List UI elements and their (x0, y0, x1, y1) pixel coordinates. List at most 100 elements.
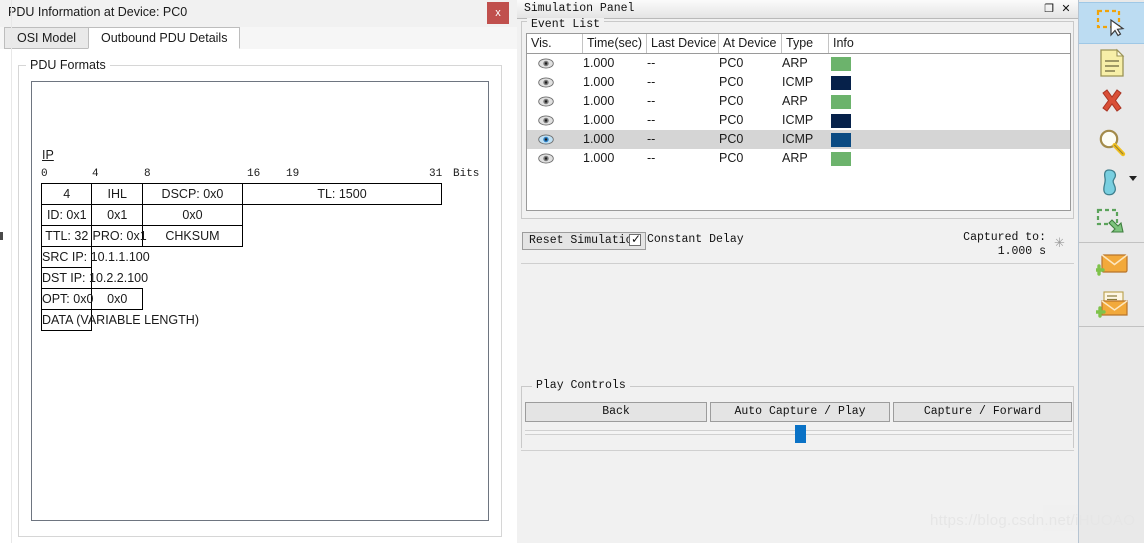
event-column-header-last-device[interactable]: Last Device (647, 34, 719, 53)
bit-ruler-tick-bits: Bits (453, 168, 480, 180)
event-at-device: PC0 (719, 151, 744, 165)
chevron-down-icon[interactable] (1127, 172, 1139, 184)
ip-header-field: 4 (40, 183, 93, 205)
play-speed-slider-thumb[interactable] (795, 425, 806, 443)
left-edge-line (11, 0, 12, 543)
event-info-color-swatch (831, 133, 851, 147)
close-window-icon[interactable]: ✕ (1059, 2, 1073, 16)
back-button[interactable]: Back (525, 402, 707, 422)
restore-window-icon[interactable]: ❐ (1042, 2, 1056, 16)
tabstrip-filler (254, 27, 517, 50)
delete-tool-icon[interactable] (1079, 82, 1144, 122)
event-info-color-swatch (831, 114, 851, 128)
event-column-header-info[interactable]: Info (829, 34, 1070, 53)
event-list-row[interactable]: 1.000 -- PC0 ICMP (527, 73, 1070, 92)
eye-icon[interactable] (538, 115, 554, 126)
event-column-header-time-sec[interactable]: Time(sec) (583, 34, 647, 53)
event-type: ARP (782, 56, 808, 70)
panel-divider (521, 263, 1074, 264)
event-column-header-vis[interactable]: Vis. (527, 34, 583, 53)
captured-to-status: Captured to: 1.000 s (963, 231, 1046, 258)
bit-ruler-tick-31: 31 (429, 168, 443, 180)
event-list-row[interactable]: 1.000 -- PC0 ARP (527, 54, 1070, 73)
eye-icon[interactable] (538, 134, 554, 145)
ip-header-row: OPT: 0x0 0x0 (40, 288, 442, 310)
event-column-header-at-device[interactable]: At Device (719, 34, 782, 53)
watermark-text: https://blog.csdn.net/iHUOAO (930, 512, 1136, 529)
ip-header-row: 4 IHL DSCP: 0x0 TL: 1500 (40, 183, 443, 205)
add-complex-pdu-tool-icon[interactable] (1079, 284, 1144, 324)
ip-header-field: 0x1 (91, 204, 143, 226)
event-at-device: PC0 (719, 75, 744, 89)
pdu-window-body: PDU Formats IP 0 4 8 16 19 31 Bits 4 IHL DSCP: 0… (0, 49, 517, 543)
event-list-rows: 1.000 -- PC0 ARP 1.000 -- PC0 ICMP 1.000 -- PC0 ARP… (527, 54, 1070, 168)
event-time: 1.000 (583, 151, 615, 165)
application-root: PDU Information at Device: PC0 x OSI Mod… (0, 0, 1144, 543)
place-note-tool-icon[interactable] (1079, 202, 1144, 242)
ip-header-row: TTL: 32 PRO: 0x1 CHKSUM (40, 225, 442, 247)
pdu-window-title: PDU Information at Device: PC0 (8, 5, 188, 19)
ip-header-field: DSCP: 0x0 (141, 183, 243, 205)
right-toolbar (1078, 0, 1144, 543)
tab-outbound-pdu-details[interactable]: Outbound PDU Details (88, 27, 241, 49)
select-tool-icon[interactable] (1079, 2, 1144, 44)
event-info-color-swatch (831, 76, 851, 90)
bit-ruler-tick-19: 19 (286, 168, 300, 180)
event-list-legend: Event List (527, 18, 605, 31)
event-list-row[interactable]: 1.000 -- PC0 ARP (527, 149, 1070, 168)
ip-header-field: DST IP: 10.2.2.100 (40, 267, 148, 289)
event-time: 1.000 (583, 75, 615, 89)
eye-icon[interactable] (538, 96, 554, 107)
eye-icon[interactable] (538, 58, 554, 69)
event-list-row[interactable]: 1.000 -- PC0 ICMP (527, 130, 1070, 149)
event-type: ICMP (782, 75, 814, 89)
event-last-device: -- (647, 75, 656, 89)
note-tool-icon[interactable] (1079, 42, 1144, 82)
eye-icon[interactable] (538, 153, 554, 164)
ip-header-field: TL: 1500 (241, 183, 443, 205)
ip-header-field: DATA (VARIABLE LENGTH) (40, 309, 199, 331)
bit-ruler: 0 4 8 16 19 31 Bits (41, 168, 483, 182)
ip-header-row: DATA (VARIABLE LENGTH) (40, 309, 442, 331)
pdu-formats-legend: PDU Formats (26, 58, 110, 72)
event-info-color-swatch (831, 152, 851, 166)
event-last-device: -- (647, 132, 656, 146)
event-time: 1.000 (583, 113, 615, 127)
inspect-magnifier-icon[interactable] (1079, 122, 1144, 162)
simulation-panel-title: Simulation Panel (524, 2, 635, 15)
capture-forward-button[interactable]: Capture / Forward (893, 402, 1072, 422)
tab-osi-model[interactable]: OSI Model (4, 27, 90, 49)
event-at-device: PC0 (719, 113, 744, 127)
event-type: ICMP (782, 113, 814, 127)
bit-ruler-tick-8: 8 (144, 168, 151, 180)
event-last-device: -- (647, 56, 656, 70)
event-list-header: Vis. Time(sec) Last Device At Device Type Inf… (527, 34, 1070, 54)
capture-spinner-icon[interactable]: ✳ (1054, 236, 1065, 249)
ip-header-field: ID: 0x1 (40, 204, 93, 226)
event-at-device: PC0 (719, 132, 744, 146)
simulation-panel-titlebar: Simulation Panel ❐ ✕ (517, 0, 1078, 19)
event-column-header-type[interactable]: Type (782, 34, 829, 53)
bit-ruler-tick-4: 4 (92, 168, 99, 180)
simulation-controls-row: Reset Simulation ✓ Constant Delay Captur… (521, 228, 1074, 262)
ip-header-row: ID: 0x1 0x1 0x0 (40, 204, 442, 226)
ip-header-row: DST IP: 10.2.2.100 (40, 267, 442, 289)
event-info-color-swatch (831, 95, 851, 109)
event-list-table[interactable]: Vis. Time(sec) Last Device At Device Type Inf… (526, 33, 1071, 211)
auto-capture-play-button[interactable]: Auto Capture / Play (710, 402, 890, 422)
event-list-row[interactable]: 1.000 -- PC0 ARP (527, 92, 1070, 111)
event-time: 1.000 (583, 132, 615, 146)
simulation-panel: Simulation Panel ❐ ✕ Event List Vis. Time… (517, 0, 1078, 543)
event-last-device: -- (647, 94, 656, 108)
ip-header-row: SRC IP: 10.1.1.100 (40, 246, 442, 268)
protocol-label-ip: IP (42, 148, 54, 162)
ip-header-field: OPT: 0x0 (40, 288, 93, 310)
add-simple-pdu-tool-icon[interactable] (1079, 244, 1144, 284)
close-icon[interactable]: x (487, 2, 509, 24)
event-list-row[interactable]: 1.000 -- PC0 ICMP (527, 111, 1070, 130)
ip-header-table: 4 IHL DSCP: 0x0 TL: 1500 ID: 0x1 0x1 0x0 TTL: 3… (40, 183, 443, 331)
checkbox-box: ✓ (629, 233, 641, 246)
panel-bottom-line (521, 450, 1074, 451)
eye-icon[interactable] (538, 77, 554, 88)
reset-simulation-button[interactable]: Reset Simulation (522, 232, 647, 250)
